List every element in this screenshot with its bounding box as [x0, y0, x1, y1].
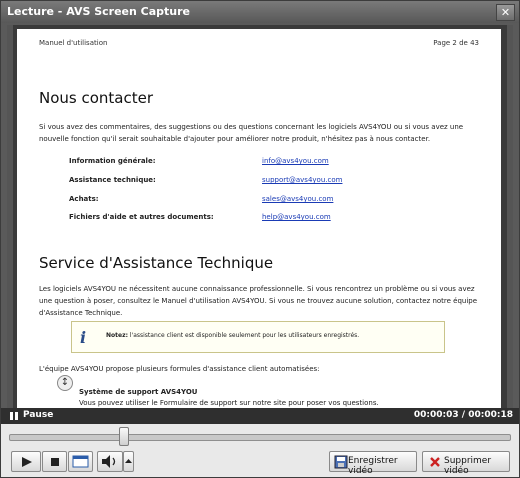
stop-icon: [51, 458, 59, 466]
captured-document: Manuel d'utilisation Page 2 de 43 Nous c…: [17, 29, 501, 408]
section-title-contact: Nous contacter: [39, 89, 154, 107]
save-video-label: Enregistrer vidéo: [348, 456, 398, 476]
window-mode-button[interactable]: [68, 451, 93, 472]
support-system-icon: ↕: [57, 375, 73, 391]
play-button[interactable]: [11, 451, 41, 472]
volume-icon: [102, 455, 116, 468]
note-text: Notez: l'assistance client est disponibl…: [106, 332, 359, 339]
title-bar: Lecture - AVS Screen Capture ✕: [1, 1, 519, 23]
contact-paragraph: Si vous avez des commentaires, des sugge…: [39, 123, 464, 143]
delete-video-label: Supprimer vidéo: [444, 456, 492, 476]
contact-label: Information générale:: [69, 157, 156, 165]
contact-link: help@avs4you.com: [262, 213, 331, 221]
player-window: Lecture - AVS Screen Capture ✕ Manuel d'…: [0, 0, 520, 478]
contact-link: sales@avs4you.com: [262, 195, 334, 203]
volume-dropdown[interactable]: [123, 451, 134, 472]
volume-button[interactable]: [97, 451, 123, 472]
stop-button[interactable]: [42, 451, 67, 472]
viewport-left-edge: [7, 25, 13, 408]
seek-thumb[interactable]: [119, 427, 130, 446]
save-icon: [334, 455, 348, 469]
chevron-up-icon: [125, 459, 132, 463]
contact-link: info@avs4you.com: [262, 157, 329, 165]
contact-label: Assistance technique:: [69, 176, 156, 184]
note-label: Notez:: [106, 332, 128, 339]
contact-label: Achats:: [69, 195, 99, 203]
playback-status: Pause: [23, 410, 54, 420]
contact-label: Fichiers d'aide et autres documents:: [69, 213, 214, 221]
contact-link: support@avs4you.com: [262, 176, 343, 184]
seek-slider[interactable]: [9, 434, 511, 441]
video-viewport: Manuel d'utilisation Page 2 de 43 Nous c…: [7, 25, 513, 408]
section-title-support: Service d'Assistance Technique: [39, 254, 274, 272]
info-icon: i: [80, 328, 87, 347]
doc-header-right: Page 2 de 43: [433, 39, 479, 47]
support-intro: L'équipe AVS4YOU propose plusieurs formu…: [39, 365, 320, 373]
status-bar: Pause 00:00:03 / 00:00:18: [1, 408, 519, 424]
support-paragraph: Les logiciels AVS4YOU ne nécessitent auc…: [39, 285, 478, 317]
save-video-button[interactable]: Enregistrer vidéo: [329, 451, 417, 476]
delete-icon: [430, 457, 440, 467]
window-title: Lecture - AVS Screen Capture: [7, 5, 191, 18]
close-button[interactable]: ✕: [496, 4, 515, 21]
note-box: i Notez: l'assistance client est disponi…: [71, 321, 445, 353]
viewport-right-edge: [507, 25, 513, 408]
doc-header-left: Manuel d'utilisation: [39, 39, 108, 47]
bullet-text: Vous pouvez utiliser le Formulaire de su…: [79, 399, 379, 407]
play-icon: [22, 457, 32, 467]
note-body: l'assistance client est disponible seule…: [127, 332, 360, 339]
control-panel: Enregistrer vidéo Supprimer vidéo: [1, 424, 519, 477]
window-icon: [72, 455, 89, 468]
time-display: 00:00:03 / 00:00:18: [413, 410, 513, 420]
delete-video-button[interactable]: Supprimer vidéo: [422, 451, 510, 476]
pause-icon: [10, 412, 18, 420]
